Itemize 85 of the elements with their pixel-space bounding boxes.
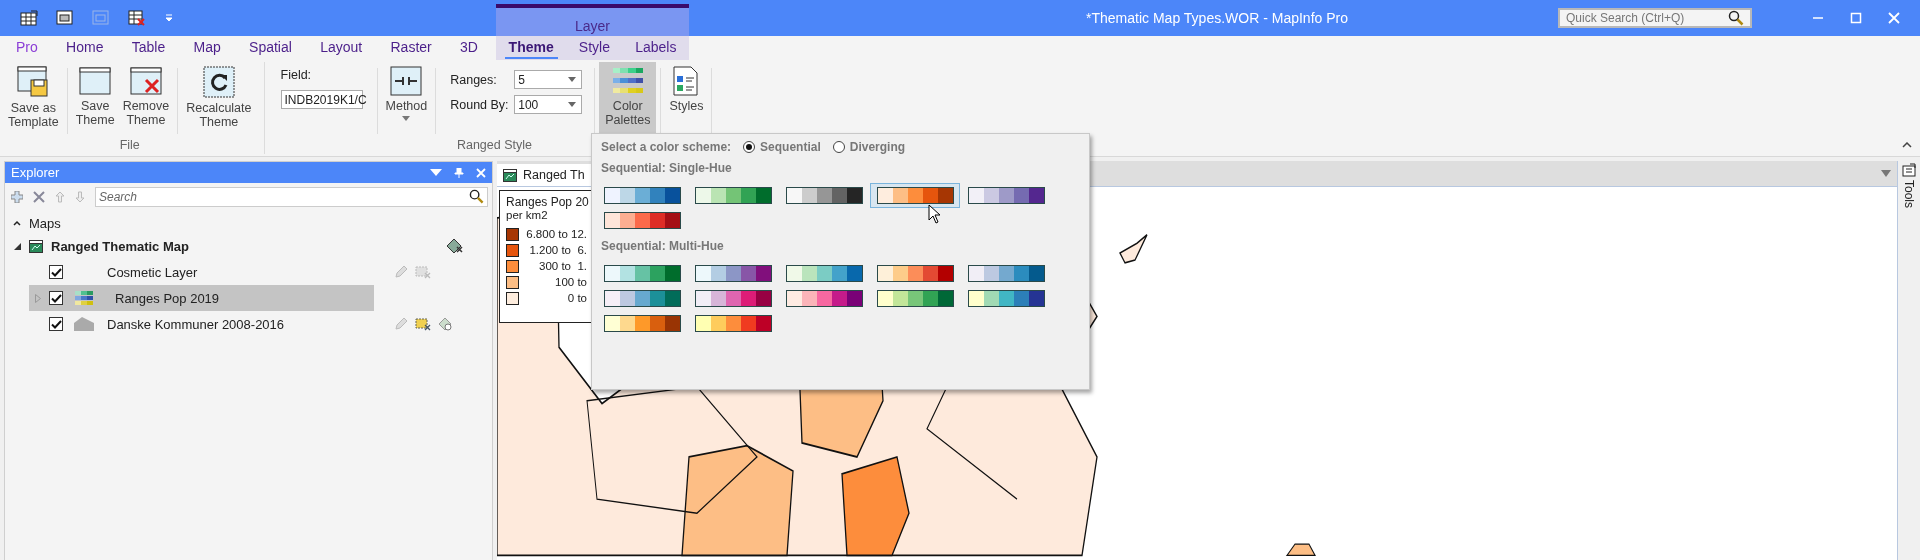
checkbox[interactable] xyxy=(49,291,63,305)
ribbon-button[interactable]: Remove Theme xyxy=(118,62,174,138)
group-label: Ranged Style xyxy=(456,138,532,152)
panel-title: Explorer xyxy=(11,165,60,180)
layer-name: Ranges Pop 2019 xyxy=(115,290,220,306)
checkbox[interactable] xyxy=(49,265,63,279)
ribbon-tab[interactable]: Labels xyxy=(631,37,681,59)
pin-icon[interactable] xyxy=(454,167,464,178)
layer-row[interactable]: Danske Kommuner 2008-2016 xyxy=(29,311,374,337)
expanded-icon[interactable] xyxy=(14,242,21,250)
search-icon[interactable] xyxy=(469,189,484,204)
contextual-tab-header: Layer xyxy=(496,4,689,36)
dropdown-icon[interactable] xyxy=(1881,170,1891,177)
ribbon-tab[interactable]: Spatial xyxy=(245,37,296,59)
group-label: File xyxy=(119,138,140,152)
ribbon-tab[interactable]: Layout xyxy=(316,37,367,59)
scheme-radio[interactable]: Sequential xyxy=(743,139,821,154)
tree-item[interactable]: Ranged Thematic Map xyxy=(51,238,189,254)
refresh-icon xyxy=(202,66,235,98)
delete-icon[interactable] xyxy=(33,191,45,203)
collapse-icon[interactable] xyxy=(13,220,21,226)
theme-layer-icon xyxy=(75,291,93,305)
ribbon-tab[interactable]: 3D xyxy=(456,37,482,59)
tools-icon xyxy=(1902,163,1916,177)
collapse-ribbon-icon[interactable] xyxy=(1902,142,1912,148)
layer-row[interactable]: Ranges Pop 2019 xyxy=(29,285,374,311)
ribbon-tab[interactable]: Map xyxy=(189,37,225,59)
section-heading: Sequential: Single-Hue xyxy=(600,161,733,177)
scheme-radio[interactable]: Diverging xyxy=(832,139,906,154)
styles-button[interactable]: Styles xyxy=(665,62,708,138)
field-label: Field: xyxy=(280,68,313,82)
selectable-icon[interactable] xyxy=(415,317,431,331)
checklist-icon xyxy=(672,66,701,96)
layer-row[interactable]: Cosmetic Layer xyxy=(29,259,374,285)
legend-label: 0 to xyxy=(566,292,587,304)
ribbon-tab[interactable]: Pro xyxy=(12,37,42,59)
cursor-icon xyxy=(928,204,942,224)
region-layer-icon xyxy=(73,317,95,331)
ribbon-button[interactable]: Recalculate Theme xyxy=(182,62,256,138)
palette-option[interactable] xyxy=(870,183,960,208)
layer-name: Danske Kommuner 2008-2016 xyxy=(107,316,285,332)
dropdown-icon[interactable] xyxy=(164,13,174,23)
close-icon[interactable] xyxy=(1888,12,1900,24)
ribbon-tab[interactable]: Home xyxy=(62,37,108,59)
window-title: *Thematic Map Types.WOR - MapInfo Pro xyxy=(1086,10,1348,26)
legend-label: 300 to 1. xyxy=(538,260,587,272)
ribbon-tab[interactable]: Style xyxy=(574,37,614,59)
legend-label: 6.800 to 12. xyxy=(525,228,587,240)
layer-name: Cosmetic Layer xyxy=(107,264,198,280)
maximize-icon[interactable] xyxy=(1850,12,1862,24)
search-field[interactable]: Search xyxy=(95,187,488,207)
dropdown-icon[interactable] xyxy=(430,168,442,177)
section-heading: Sequential: Multi-Hue xyxy=(600,239,725,255)
method-icon xyxy=(390,66,423,96)
ranges-dropdown[interactable]: 5 xyxy=(514,70,583,89)
ribbon-tab[interactable]: Raster xyxy=(386,37,436,59)
search-icon[interactable] xyxy=(1728,10,1744,26)
ribbon-tab[interactable]: Table xyxy=(127,37,170,59)
ribbon-button[interactable]: Save as Template xyxy=(4,62,63,138)
caret-icon xyxy=(568,77,577,82)
theme-icon xyxy=(79,66,112,96)
legend-title: Ranges Pop 20 xyxy=(506,195,590,209)
window-icon[interactable] xyxy=(56,10,74,26)
table-icon[interactable] xyxy=(20,10,38,26)
method-button[interactable]: Method xyxy=(381,62,432,138)
legend-label: 1.200 to 6. xyxy=(528,244,587,256)
caret-icon xyxy=(568,102,577,107)
legend-subtitle: per km2 xyxy=(506,209,549,221)
map-icon xyxy=(29,239,43,253)
template-icon xyxy=(17,66,50,98)
caret-icon xyxy=(402,116,411,121)
tree-item[interactable]: Maps xyxy=(29,215,61,231)
checkbox[interactable] xyxy=(49,317,63,331)
table-close-icon[interactable] xyxy=(128,10,146,26)
field-label: Round By: xyxy=(450,97,510,112)
ribbon-button[interactable]: Save Theme xyxy=(71,62,119,138)
map-icon xyxy=(503,168,517,182)
legend-label: 100 to xyxy=(554,276,587,288)
close-icon[interactable] xyxy=(476,167,486,178)
quick-search-field[interactable]: Quick Search (Ctrl+Q) xyxy=(1558,8,1752,28)
scheme-prompt: Select a color scheme: xyxy=(601,139,732,154)
remove-theme-icon xyxy=(129,66,162,96)
layer-control-icon[interactable] xyxy=(446,238,464,254)
round-by-dropdown[interactable]: 100 xyxy=(514,95,583,114)
field-label: Ranges: xyxy=(450,72,498,87)
